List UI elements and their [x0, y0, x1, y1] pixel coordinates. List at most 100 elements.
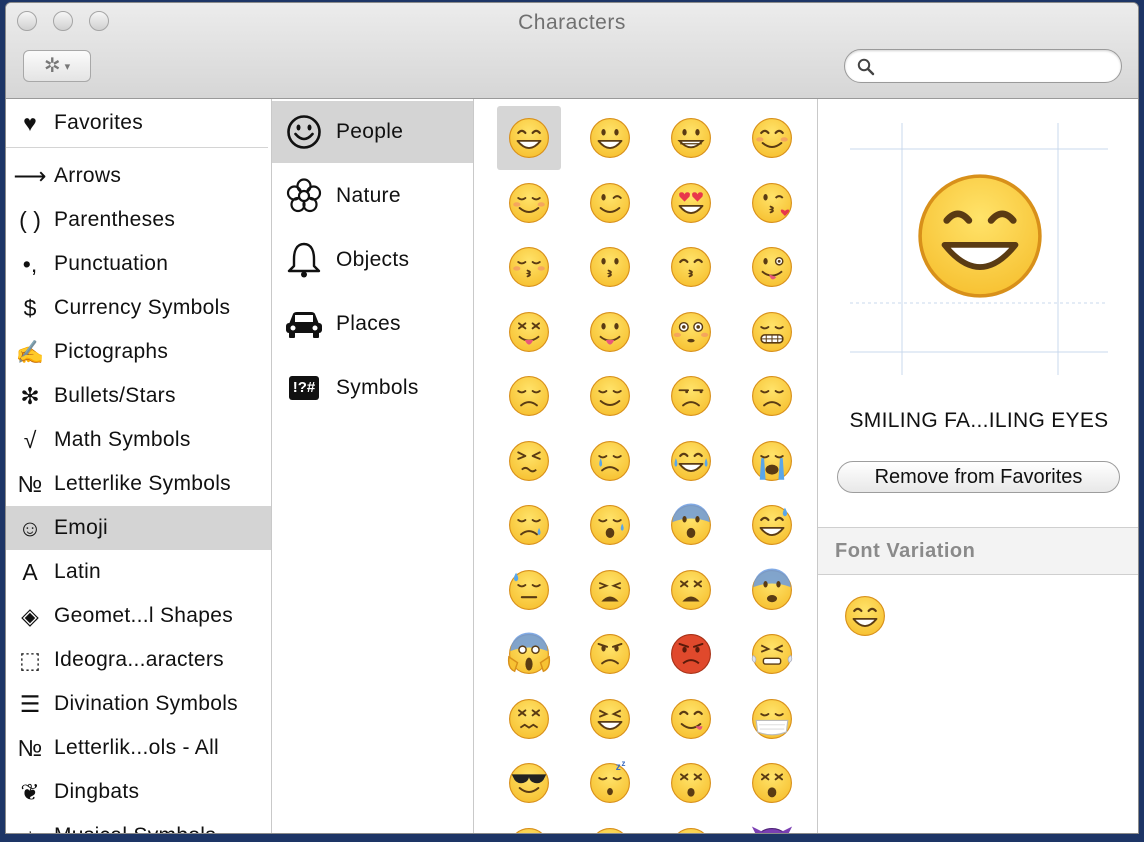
emoji-glyph — [509, 376, 549, 416]
sidebar-item-arrows[interactable]: ⟶ Arrows — [6, 154, 271, 198]
sidebar-item-currency-symbols[interactable]: $ Currency Symbols — [6, 286, 271, 330]
emoji-unamused-icon[interactable] — [659, 364, 723, 428]
sidebar-item-bullets-stars[interactable]: ✻ Bullets/Stars — [6, 374, 271, 418]
emoji-sweat-icon[interactable] — [497, 558, 561, 622]
emoji-kissing-smile-icon[interactable] — [659, 235, 723, 299]
emoji-glyph — [590, 376, 630, 416]
emoji-smiley-icon[interactable] — [578, 106, 642, 170]
emoji-kiss-closed-icon[interactable] — [497, 235, 561, 299]
sidebar-item-label: Pictographs — [54, 340, 169, 363]
sidebar-item-dingbats[interactable]: ❦ Dingbats — [6, 770, 271, 814]
emoji-tongue-closed-icon[interactable] — [497, 300, 561, 364]
subcategory-people[interactable]: People — [272, 101, 473, 163]
emoji-flushed-icon[interactable] — [659, 300, 723, 364]
emoji-glyph — [751, 634, 793, 674]
remove-from-favorites-button[interactable]: Remove from Favorites — [837, 461, 1120, 493]
emoji-blush-icon[interactable] — [740, 106, 804, 170]
emoji-disappointed-icon[interactable] — [740, 364, 804, 428]
emoji-imp-icon[interactable] — [740, 816, 804, 833]
emoji-cry-icon[interactable] — [578, 429, 642, 493]
emoji-glyph — [590, 569, 630, 610]
emoji-confounded-icon[interactable] — [497, 687, 561, 751]
subcategory-places[interactable]: Places — [272, 293, 473, 355]
emoji-relieved-icon[interactable] — [578, 364, 642, 428]
emoji-tongue-icon[interactable] — [578, 300, 642, 364]
emoji-kiss-heart-icon[interactable] — [740, 171, 804, 235]
sidebar-item-geomet-l-shapes[interactable]: ◈ Geomet...l Shapes — [6, 594, 271, 638]
emoji-pensive-icon[interactable] — [497, 364, 561, 428]
emoji-glyph — [590, 247, 630, 287]
sidebar-item-musical-symbols[interactable]: ♪Musical Symbols — [6, 814, 271, 833]
emoji-tongue-wink-icon[interactable] — [740, 235, 804, 299]
sidebar-item-label: Arrows — [54, 164, 122, 187]
sidebar-item-ideogra-aracters[interactable]: ⬚ Ideogra...aracters — [6, 638, 271, 682]
emoji-disappointed-relieved-icon[interactable] — [578, 493, 642, 557]
category-icon: № — [17, 471, 43, 497]
emoji-glyph — [752, 505, 792, 545]
sidebar-item-divination-symbols[interactable]: ☰ Divination Symbols — [6, 682, 271, 726]
emoji-laughing-icon[interactable] — [578, 687, 642, 751]
emoji-dizzy-icon[interactable] — [659, 751, 723, 815]
sidebar-item-favorites[interactable]: ♥ Favorites — [6, 101, 271, 145]
emoji-scream-icon[interactable] — [497, 622, 561, 686]
emoji-yum-icon[interactable] — [659, 687, 723, 751]
emoji-sob-icon[interactable] — [740, 429, 804, 493]
emoji-sunglasses-icon[interactable] — [497, 751, 561, 815]
emoji-grimace-icon[interactable] — [740, 300, 804, 364]
search-field[interactable] — [844, 49, 1122, 83]
emoji-astonished-icon[interactable] — [740, 751, 804, 815]
sidebar-item-emoji[interactable]: ☺ Emoji — [6, 506, 271, 550]
category-icon: ( ) — [19, 207, 41, 233]
emoji-glyph — [752, 376, 792, 416]
emoji-sleeping-icon[interactable]: zz — [578, 751, 642, 815]
sidebar-item-latin[interactable]: A Latin — [6, 550, 271, 594]
font-variation-glyph[interactable] — [842, 593, 888, 644]
emoji-relaxed-icon[interactable] — [497, 171, 561, 235]
sidebar-item-math-symbols[interactable]: √ Math Symbols — [6, 418, 271, 462]
subcategory-symbols[interactable]: !?# Symbols — [272, 357, 473, 419]
search-input[interactable] — [881, 55, 1113, 79]
emoji-fearful-icon[interactable] — [740, 558, 804, 622]
emoji-kissing-icon[interactable] — [578, 235, 642, 299]
emoji-joy-icon[interactable] — [659, 429, 723, 493]
sidebar-item-punctuation[interactable]: •, Punctuation — [6, 242, 271, 286]
emoji-weary-icon[interactable] — [578, 558, 642, 622]
emoji-heart-eyes-icon[interactable] — [659, 171, 723, 235]
emoji-glyph — [671, 440, 711, 481]
emoji-angry-icon[interactable] — [578, 622, 642, 686]
emoji-grin-icon[interactable] — [497, 106, 561, 170]
emoji-glyph — [752, 182, 792, 223]
emoji-rage-icon[interactable] — [659, 622, 723, 686]
emoji-grinning-icon[interactable] — [659, 106, 723, 170]
svg-text:z: z — [616, 762, 621, 773]
sidebar-item-letterlike-symbols[interactable]: № Letterlike Symbols — [6, 462, 271, 506]
emoji-worried-icon[interactable] — [497, 816, 561, 833]
emoji-glyph — [590, 311, 630, 352]
sidebar-item-parentheses[interactable]: ( ) Parentheses — [6, 198, 271, 242]
emoji-glyph — [590, 698, 630, 739]
smiley-icon — [272, 114, 336, 150]
action-menu-button[interactable]: ✲ ▾ — [23, 50, 91, 82]
emoji-mask-icon[interactable] — [740, 687, 804, 751]
subcategory-nature[interactable]: Nature — [272, 165, 473, 227]
emoji-glyph — [671, 763, 711, 803]
category-icon: ♪ — [6, 822, 54, 833]
search-icon — [857, 58, 875, 76]
sidebar-item-letterlik-ols-all[interactable]: № Letterlik...ols - All — [6, 726, 271, 770]
sidebar-item-pictographs[interactable]: ✍ Pictographs — [6, 330, 271, 374]
subcategory-objects[interactable]: Objects — [272, 229, 473, 291]
category-icon: ◈ — [21, 603, 39, 629]
emoji-triumph-icon[interactable] — [740, 622, 804, 686]
emoji-tired-icon[interactable] — [659, 558, 723, 622]
category-icon: ⟶ — [13, 163, 47, 189]
emoji-sweat-smile-icon[interactable] — [740, 493, 804, 557]
emoji-anguished-icon[interactable] — [659, 816, 723, 833]
emoji-glyph — [752, 311, 792, 352]
emoji-glyph — [590, 182, 630, 223]
emoji-cold-sweat-icon[interactable] — [659, 493, 723, 557]
emoji-glyph — [671, 698, 711, 739]
emoji-wink-icon[interactable] — [578, 171, 642, 235]
emoji-sleepy-icon[interactable] — [497, 493, 561, 557]
emoji-persevere-icon[interactable] — [497, 429, 561, 493]
emoji-frowning-icon[interactable] — [578, 816, 642, 833]
